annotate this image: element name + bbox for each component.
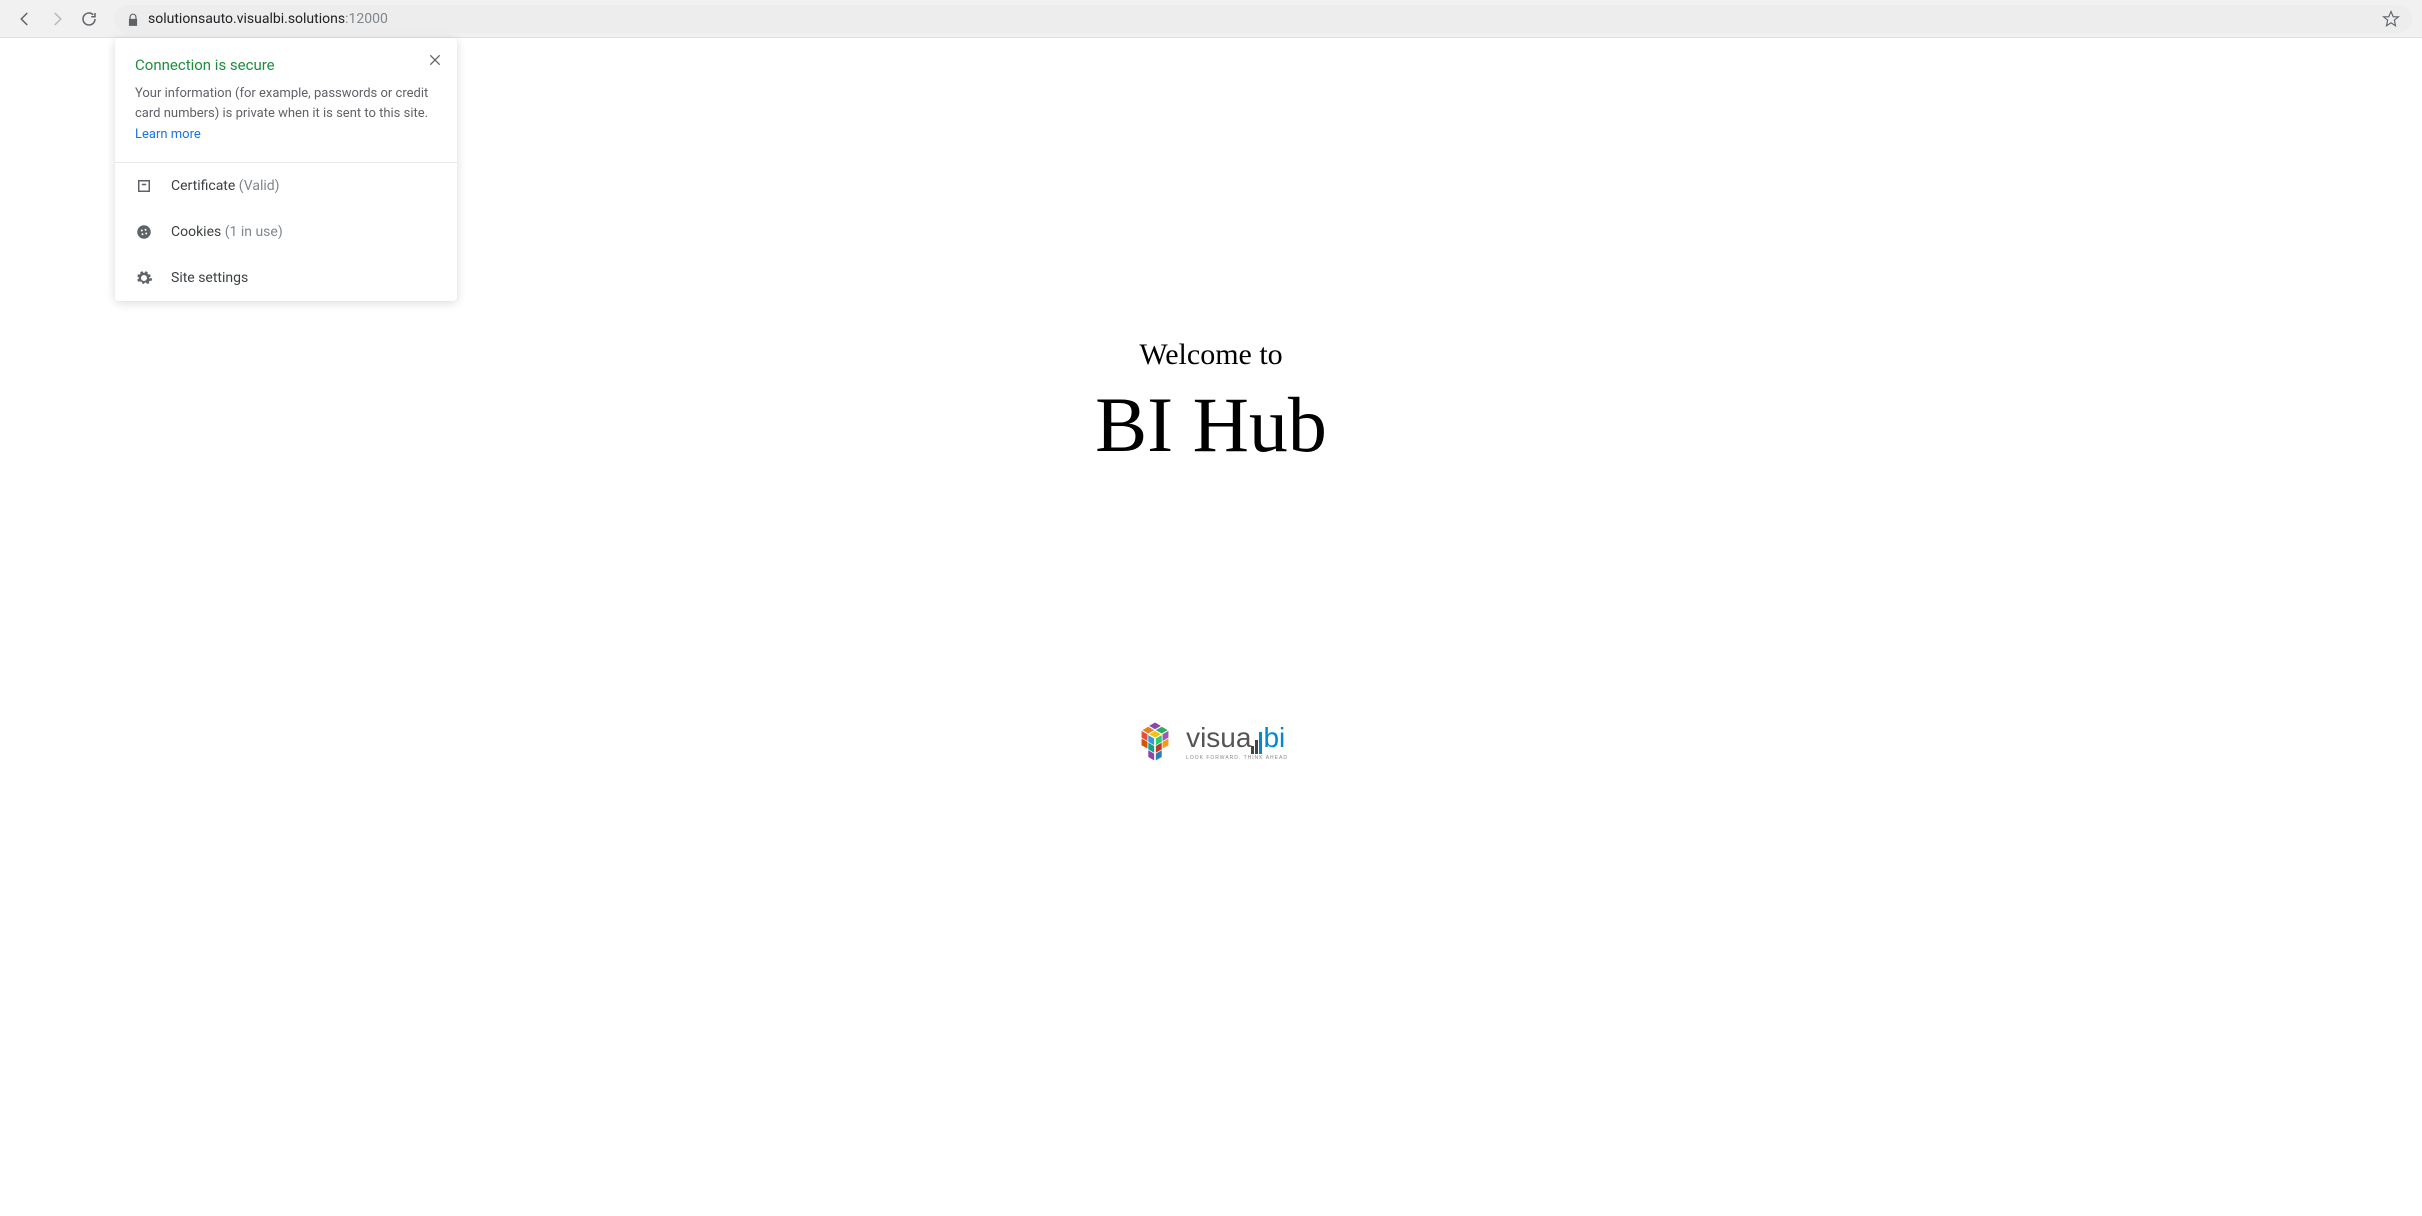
logo: visuabi LOOK FORWARD. THINK AHEAD <box>1134 720 1288 762</box>
logo-text-wrap: visuabi LOOK FORWARD. THINK AHEAD <box>1186 722 1288 761</box>
back-button[interactable] <box>16 10 34 28</box>
forward-button[interactable] <box>48 10 66 28</box>
url-text: solutionsauto.visualbi.solutions:12000 <box>148 11 2374 27</box>
logo-tagline: LOOK FORWARD. THINK AHEAD <box>1186 755 1288 761</box>
site-info-popup: Connection is secure Your information (f… <box>115 38 457 301</box>
browser-toolbar: solutionsauto.visualbi.solutions:12000 <box>0 0 2422 38</box>
site-settings-item[interactable]: Site settings <box>115 255 457 301</box>
certificate-item[interactable]: Certificate (Valid) <box>115 163 457 209</box>
close-button[interactable] <box>427 52 443 68</box>
bookmark-star-icon[interactable] <box>2382 10 2400 28</box>
cookie-icon <box>135 223 153 241</box>
certificate-icon <box>135 177 153 195</box>
cookies-label: Cookies (1 in use) <box>171 224 283 240</box>
welcome-text: Welcome to <box>1139 338 1282 372</box>
cookies-item[interactable]: Cookies (1 in use) <box>115 209 457 255</box>
cube-logo-icon <box>1134 720 1176 762</box>
url-host: solutionsauto.visualbi.solutions <box>148 11 345 27</box>
product-title: BI Hub <box>1095 380 1327 470</box>
reload-button[interactable] <box>80 10 98 28</box>
bars-icon <box>1251 732 1262 754</box>
popup-header: Connection is secure Your information (f… <box>115 38 457 162</box>
popup-title: Connection is secure <box>135 56 437 74</box>
site-settings-label: Site settings <box>171 270 248 286</box>
lock-icon[interactable] <box>126 12 140 26</box>
learn-more-link[interactable]: Learn more <box>135 127 201 142</box>
address-bar[interactable]: solutionsauto.visualbi.solutions:12000 <box>114 5 2412 33</box>
nav-buttons <box>10 10 104 28</box>
url-port: :12000 <box>345 11 388 27</box>
certificate-label: Certificate (Valid) <box>171 178 280 194</box>
logo-text: visuabi <box>1186 722 1288 754</box>
popup-description: Your information (for example, passwords… <box>135 84 437 123</box>
gear-icon <box>135 269 153 287</box>
